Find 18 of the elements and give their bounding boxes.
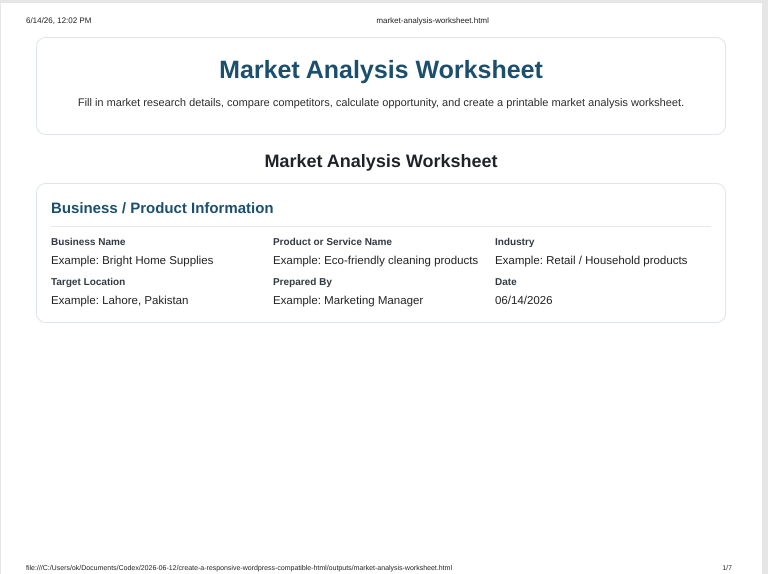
input-field[interactable]: Example: Lahore, Pakistan bbox=[51, 292, 267, 310]
worksheet-title: Market Analysis Worksheet bbox=[263, 151, 499, 172]
field-label: Prepared By bbox=[273, 277, 333, 288]
print-date: 6/14/26, 12:02 PM bbox=[26, 16, 92, 24]
input-field[interactable]: Example: Eco-friendly cleaning products bbox=[273, 252, 489, 270]
field-label: Date bbox=[495, 277, 518, 288]
field-label: Target Location bbox=[51, 277, 126, 288]
input-field[interactable]: 06/14/2026 bbox=[495, 292, 711, 310]
input-field[interactable]: Example: Bright Home Supplies bbox=[51, 252, 267, 270]
field-label: Business Name bbox=[51, 237, 126, 248]
print-file-name: market-analysis-worksheet.html bbox=[376, 16, 489, 24]
page-title: Market Analysis Worksheet bbox=[218, 56, 544, 85]
input-field[interactable]: Example: Marketing Manager bbox=[273, 292, 489, 310]
field-label: Product or Service Name bbox=[273, 237, 393, 248]
input-field[interactable]: Example: Retail / Household products bbox=[495, 252, 711, 270]
page-subtitle: Fill in market research details, compare competitors, calculate opportunity, and create a printable market analysis worksheet. bbox=[76, 97, 686, 109]
field-label: Industry bbox=[495, 237, 536, 248]
section-title: Business / Product Information bbox=[51, 200, 711, 227]
